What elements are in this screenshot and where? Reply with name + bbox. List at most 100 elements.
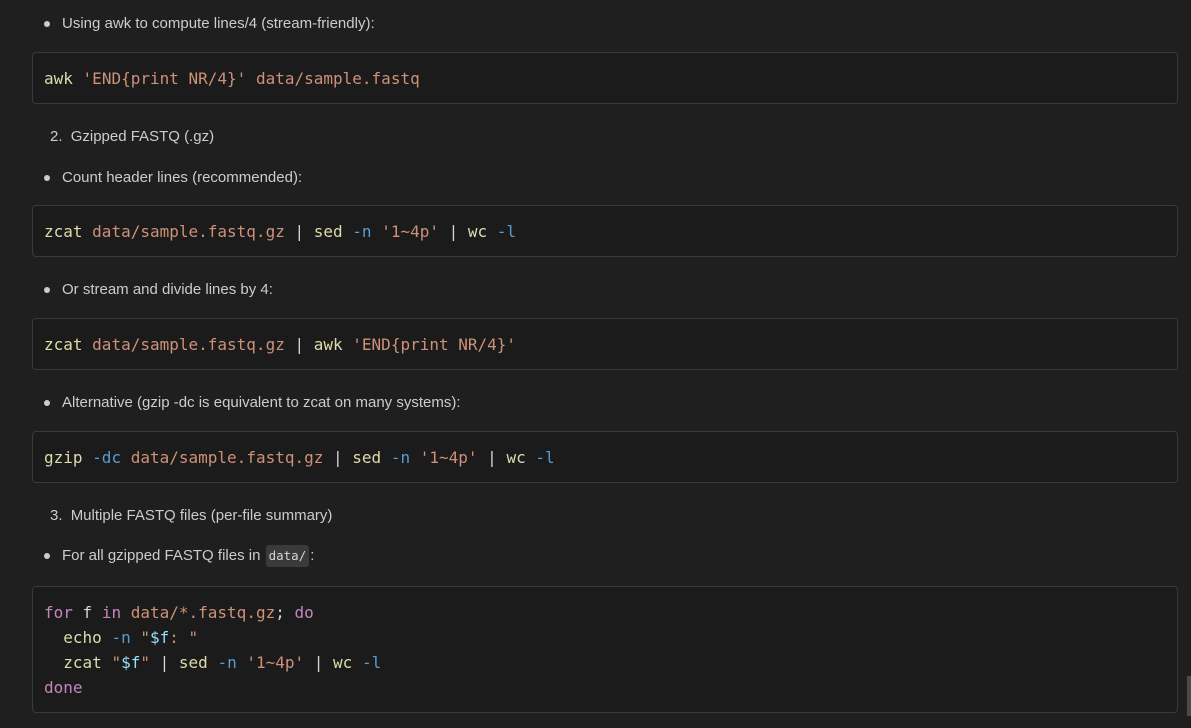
bullet-awk: Using awk to compute lines/4 (stream-fri… — [44, 14, 375, 34]
code-text-token: | — [477, 448, 507, 467]
code-command-token: sed — [178, 653, 208, 672]
code-command-token: wc — [506, 448, 526, 467]
code-keyword-token: do — [294, 603, 314, 622]
code-string-token: '1~4p' — [246, 653, 305, 672]
code-block-loop[interactable]: for f in data/*.fastq.gz; do echo -n "$f… — [32, 586, 1178, 713]
code-text-token: | — [304, 653, 334, 672]
code-variable-token: $f — [149, 628, 170, 647]
scrollbar-thumb[interactable] — [1187, 676, 1191, 716]
code-flag-token: -n — [111, 628, 131, 647]
code-block-stream[interactable]: zcat data/sample.fastq.gz | awk 'END{pri… — [32, 318, 1178, 370]
bullet-alternative: Alternative (gzip -dc is equivalent to z… — [44, 393, 461, 413]
code-block-count[interactable]: zcat data/sample.fastq.gz | sed -n '1~4p… — [32, 205, 1178, 257]
section-number: 2. — [50, 128, 63, 145]
section-title: Multiple FASTQ files (per-file summary) — [70, 507, 333, 524]
code-flag-token: -l — [535, 448, 555, 467]
bullet-text-prefix: For all gzipped FASTQ files in — [62, 547, 261, 564]
code-string-token: " — [140, 653, 150, 672]
code-command-token: gzip — [44, 448, 83, 467]
bullet-count-header: Count header lines (recommended): — [44, 168, 302, 188]
code-flag-token: -n — [352, 222, 372, 241]
code-string-token: '1~4p' — [419, 448, 478, 467]
code-text-token: | — [284, 335, 314, 354]
code-block-awk[interactable]: awk 'END{print NR/4}' data/sample.fastq — [32, 52, 1178, 104]
bullet-text: Alternative (gzip -dc is equivalent to z… — [62, 394, 461, 411]
code-string-token: data/sample.fastq.gz — [92, 335, 285, 354]
bullet-dot — [44, 287, 50, 293]
code-string-token: data/*.fastq.gz — [130, 603, 276, 622]
code-string-token: data/sample.fastq.gz — [130, 448, 324, 467]
code-keyword-token: in — [101, 603, 122, 622]
bullet-dot — [44, 400, 50, 406]
code-flag-token: -n — [390, 448, 411, 467]
code-string-token: '1~4p' — [381, 222, 439, 241]
code-command-token: zcat — [44, 335, 83, 354]
code-string-token: " — [111, 653, 122, 672]
code-text-token: | — [284, 222, 314, 241]
code-string-token: 'END{print NR/4}' — [82, 69, 247, 88]
code-command-token: zcat — [44, 222, 83, 241]
code-flag-token: -dc — [92, 448, 122, 467]
code-text-token: | — [438, 222, 468, 241]
section-title: Gzipped FASTQ (.gz) — [70, 128, 215, 145]
code-command-token: zcat — [63, 653, 102, 672]
code-command-token: echo — [63, 628, 102, 647]
code-keyword-token: done — [44, 678, 83, 697]
section-number: 3. — [50, 507, 63, 524]
bullet-all-files: For all gzipped FASTQ files in data/: — [44, 545, 314, 567]
bullet-dot — [44, 553, 50, 559]
section-heading-gzipped: 2. Gzipped FASTQ (.gz) — [50, 127, 214, 147]
bullet-dot — [44, 21, 50, 27]
code-text-token: | — [323, 448, 353, 467]
code-keyword-token: for — [44, 603, 73, 622]
bullet-text: Count header lines (recommended): — [62, 169, 303, 186]
code-stream[interactable]: zcat data/sample.fastq.gz | awk 'END{pri… — [33, 319, 1177, 357]
code-string-token: " — [140, 628, 150, 647]
code-text-token: ; — [275, 603, 295, 622]
code-command-token: awk — [44, 69, 73, 88]
chat-response-content: Using awk to compute lines/4 (stream-fri… — [0, 0, 1191, 728]
bullet-text: Or stream and divide lines by 4: — [62, 281, 273, 298]
code-command-token: awk — [313, 335, 343, 354]
code-count[interactable]: zcat data/sample.fastq.gz | sed -n '1~4p… — [33, 206, 1177, 244]
code-awk[interactable]: awk 'END{print NR/4}' data/sample.fastq — [33, 53, 1177, 91]
code-flag-token: -n — [217, 653, 237, 672]
code-command-token: sed — [313, 222, 343, 241]
code-loop[interactable]: for f in data/*.fastq.gz; do echo -n "$f… — [33, 587, 1177, 700]
code-block-alternative[interactable]: gzip -dc data/sample.fastq.gz | sed -n '… — [32, 431, 1178, 483]
code-string-token: data/sample.fastq.gz — [92, 222, 285, 241]
code-command-token: sed — [352, 448, 382, 467]
code-flag-token: -l — [361, 653, 382, 672]
code-text-token: f — [72, 603, 102, 622]
inline-code-data-dir: data/ — [265, 545, 310, 567]
code-flag-token: -l — [496, 222, 517, 241]
code-alternative[interactable]: gzip -dc data/sample.fastq.gz | sed -n '… — [33, 432, 1177, 470]
bullet-stream: Or stream and divide lines by 4: — [44, 280, 273, 300]
code-string-token: data/sample.fastq — [255, 69, 420, 88]
bullet-dot — [44, 175, 50, 181]
code-command-token: wc — [333, 653, 353, 672]
code-text-token: | — [149, 653, 179, 672]
